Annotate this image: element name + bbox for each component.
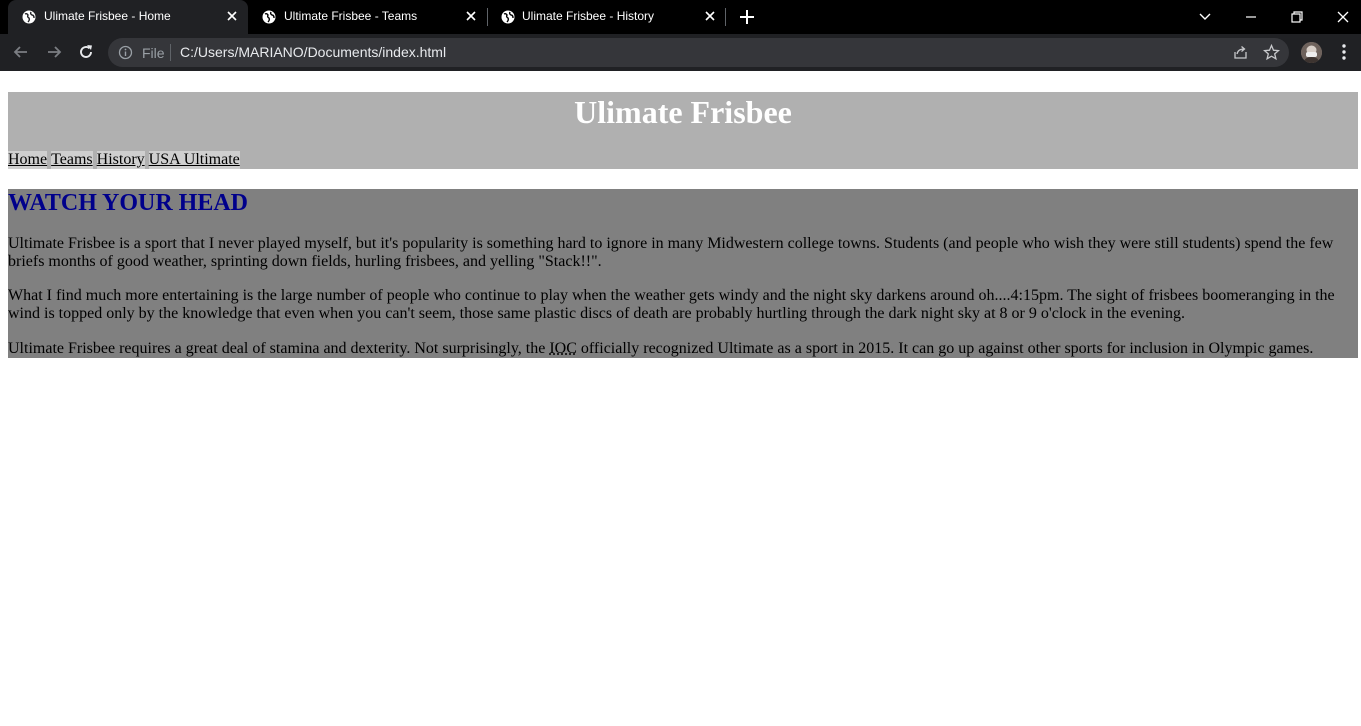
globe-icon — [262, 10, 276, 24]
article-paragraph-3: Ultimate Frisbee requires a great deal o… — [8, 340, 1353, 358]
arrow-right-icon[interactable] — [44, 42, 64, 62]
paragraph-text: officially recognized Ultimate as a spor… — [576, 340, 1314, 357]
minimize-icon[interactable] — [1241, 7, 1261, 27]
tab-title: Ulimate Frisbee - History — [522, 9, 655, 23]
nav-link-home[interactable]: Home — [8, 151, 48, 169]
globe-icon — [501, 10, 515, 24]
site-header: Ulimate Frisbee Home Teams History USA U… — [8, 92, 1358, 169]
chevron-down-icon[interactable] — [1195, 7, 1215, 27]
reload-icon[interactable] — [76, 42, 96, 62]
kebab-menu-icon[interactable] — [1334, 42, 1354, 62]
tab-separator — [725, 8, 726, 26]
scheme-label: File — [142, 45, 165, 61]
restore-icon[interactable] — [1287, 7, 1307, 27]
article-heading: WATCH YOUR HEAD — [8, 190, 249, 216]
article-paragraph-1: Ultimate Frisbee is a sport that I never… — [8, 235, 1334, 270]
page-viewport: Ulimate Frisbee Home Teams History USA U… — [0, 71, 1361, 726]
nav-link-teams[interactable]: Teams — [51, 151, 93, 169]
page-title: Ulimate Frisbee — [574, 94, 792, 130]
globe-icon — [22, 10, 36, 24]
site-nav: Home Teams History USA Ultimate — [8, 151, 240, 169]
close-icon[interactable] — [463, 8, 479, 24]
star-icon[interactable] — [1263, 44, 1280, 61]
address-bar[interactable]: File C:/Users/MARIANO/Documents/index.ht… — [108, 38, 1289, 67]
url-text[interactable]: C:/Users/MARIANO/Documents/index.html — [180, 44, 446, 60]
tab-title: Ulimate Frisbee - Home — [44, 9, 171, 23]
share-icon[interactable] — [1232, 44, 1249, 61]
avatar-icon — [1301, 42, 1322, 63]
tab-strip: Ulimate Frisbee - Home Ultimate Frisbee … — [0, 0, 1361, 34]
article-paragraph-2: What I find much more entertaining is th… — [8, 287, 1335, 322]
nav-link-history[interactable]: History — [96, 151, 145, 169]
tab-teams[interactable]: Ultimate Frisbee - Teams — [248, 0, 486, 34]
paragraph-text: Ultimate Frisbee requires a great deal o… — [8, 340, 550, 357]
nav-link-usa-ultimate[interactable]: USA Ultimate — [148, 151, 240, 169]
ioc-abbreviation: IOC — [549, 340, 577, 357]
article-section: WATCH YOUR HEAD Ultimate Frisbee is a sp… — [8, 189, 1358, 358]
profile-avatar[interactable] — [1301, 42, 1322, 63]
omnibox-divider — [170, 44, 171, 61]
info-icon[interactable] — [118, 45, 133, 60]
arrow-left-icon[interactable] — [11, 42, 31, 62]
close-icon[interactable] — [224, 8, 240, 24]
browser-toolbar: File C:/Users/MARIANO/Documents/index.ht… — [0, 34, 1361, 71]
close-icon[interactable] — [1333, 7, 1353, 27]
tab-title: Ultimate Frisbee - Teams — [284, 9, 418, 23]
tab-home[interactable]: Ulimate Frisbee - Home — [8, 0, 248, 34]
tab-history[interactable]: Ulimate Frisbee - History — [487, 0, 725, 34]
plus-icon[interactable] — [738, 8, 756, 26]
close-icon[interactable] — [702, 8, 718, 24]
